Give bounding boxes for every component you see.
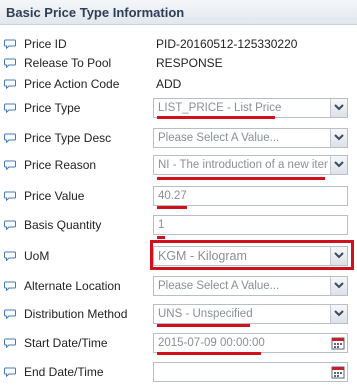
release-to-pool-label: Release To Pool <box>24 56 112 70</box>
row-distribution-method: Distribution Method UNS - Unspecified <box>0 303 357 325</box>
speech-bubble-icon <box>4 281 16 291</box>
speech-bubble-icon <box>4 103 16 113</box>
highlight-underline-price-value <box>157 206 187 209</box>
chevron-down-icon <box>334 310 344 317</box>
alternate-location-selected-value: Please Select A Value... <box>158 280 280 292</box>
speech-bubble-icon <box>4 220 16 230</box>
end-date-time-input[interactable] <box>153 362 348 382</box>
speech-bubble-icon <box>4 251 16 261</box>
speech-bubble-icon <box>4 133 16 143</box>
price-type-desc-select[interactable]: Please Select A Value... <box>153 128 348 148</box>
price-type-desc-selected-value: Please Select A Value... <box>158 132 280 144</box>
row-alternate-location: Alternate Location Please Select A Value… <box>0 275 357 297</box>
price-type-dropdown-button[interactable] <box>330 99 347 117</box>
chevron-down-icon <box>334 134 344 141</box>
price-value-text: 40.27 <box>158 190 187 202</box>
price-value-label: Price Value <box>24 189 85 203</box>
section-title: Basic Price Type Information <box>6 5 185 20</box>
speech-bubble-icon <box>4 367 16 377</box>
chevron-down-icon <box>334 161 344 168</box>
highlight-underline-distribution-method <box>157 324 250 327</box>
alternate-location-label: Alternate Location <box>24 279 121 293</box>
price-type-label: Price Type <box>24 101 81 115</box>
price-reason-select[interactable]: NI - The introduction of a new item <box>153 155 348 175</box>
row-start-date-time: Start Date/Time 2015-07-09 00:00:00 <box>0 332 357 354</box>
end-date-time-label: End Date/Time <box>24 365 104 379</box>
release-to-pool-value: RESPONSE <box>156 56 223 70</box>
row-release-to-pool: Release To Pool RESPONSE <box>0 55 357 71</box>
price-type-desc-label: Price Type Desc <box>24 131 112 145</box>
calendar-icon[interactable] <box>331 336 345 350</box>
row-end-date-time: End Date/Time <box>0 361 357 383</box>
speech-bubble-icon <box>4 39 16 49</box>
price-action-code-label: Price Action Code <box>24 77 120 91</box>
chevron-down-icon <box>334 282 344 289</box>
speech-bubble-icon <box>4 79 16 89</box>
highlight-underline-price-reason <box>157 177 325 180</box>
highlight-underline-basis-quantity <box>157 236 165 239</box>
highlight-box-uom <box>150 240 354 270</box>
distribution-method-selected-value: UNS - Unspecified <box>158 308 253 320</box>
price-reason-selected-value: NI - The introduction of a new item <box>158 159 328 171</box>
basis-quantity-input[interactable]: 1 <box>153 215 348 235</box>
chevron-down-icon <box>334 104 344 111</box>
alternate-location-dropdown-button[interactable] <box>330 277 347 295</box>
distribution-method-select[interactable]: UNS - Unspecified <box>153 304 348 324</box>
start-date-time-label: Start Date/Time <box>24 336 108 350</box>
calendar-icon[interactable] <box>331 365 345 379</box>
highlight-underline-start-date-time <box>157 352 261 355</box>
speech-bubble-icon <box>4 191 16 201</box>
basis-quantity-label: Basis Quantity <box>24 218 102 232</box>
price-id-label: Price ID <box>24 37 67 51</box>
row-price-action-code: Price Action Code ADD <box>0 76 357 92</box>
row-price-value: Price Value 40.27 <box>0 185 357 207</box>
row-price-reason: Price Reason NI - The introduction of a … <box>0 154 357 176</box>
start-date-time-text: 2015-07-09 00:00:00 <box>158 337 265 349</box>
section-header: Basic Price Type Information <box>0 0 357 25</box>
distribution-method-dropdown-button[interactable] <box>330 305 347 323</box>
price-action-code-value: ADD <box>156 77 182 91</box>
price-reason-dropdown-button[interactable] <box>330 156 347 174</box>
price-type-desc-dropdown-button[interactable] <box>330 129 347 147</box>
row-price-id: Price ID PID-20160512-125330220 <box>0 36 357 52</box>
speech-bubble-icon <box>4 309 16 319</box>
price-type-select[interactable]: LIST_PRICE - List Price <box>153 98 348 118</box>
speech-bubble-icon <box>4 338 16 348</box>
highlight-underline-price-type <box>157 116 275 119</box>
uom-label: UoM <box>24 249 50 263</box>
speech-bubble-icon <box>4 58 16 68</box>
start-date-time-input[interactable]: 2015-07-09 00:00:00 <box>153 333 348 353</box>
row-basis-quantity: Basis Quantity 1 <box>0 214 357 236</box>
row-price-type-desc: Price Type Desc Please Select A Value... <box>0 127 357 149</box>
price-type-selected-value: LIST_PRICE - List Price <box>158 102 282 114</box>
price-id-value: PID-20160512-125330220 <box>156 37 298 51</box>
price-reason-label: Price Reason <box>24 158 97 172</box>
alternate-location-select[interactable]: Please Select A Value... <box>153 276 348 296</box>
speech-bubble-icon <box>4 160 16 170</box>
price-value-input[interactable]: 40.27 <box>153 186 348 206</box>
distribution-method-label: Distribution Method <box>24 307 128 321</box>
basis-quantity-text: 1 <box>158 219 165 231</box>
